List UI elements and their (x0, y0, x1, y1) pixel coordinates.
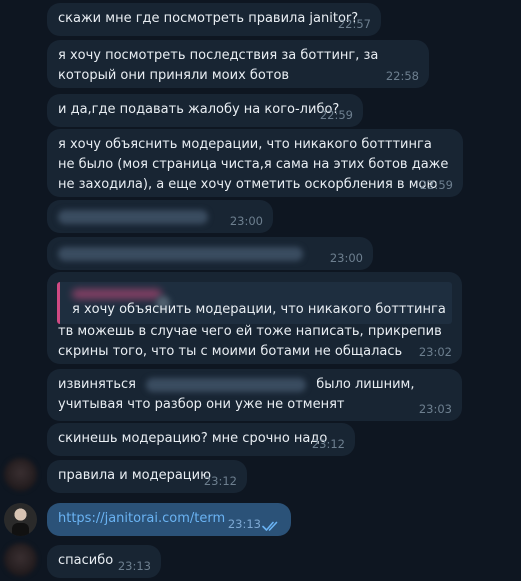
censored-text (146, 377, 307, 392)
censored-text (58, 247, 303, 261)
double-check-icon (262, 521, 278, 531)
message-bubble[interactable]: 23:00 (47, 200, 273, 233)
message-bubble[interactable]: я хочу посмотреть последствия за боттинг… (47, 40, 429, 88)
message-bubble[interactable]: я хочу объяснить модерации, что никакого… (47, 272, 462, 364)
message-time: 23:00 (229, 214, 263, 228)
reply-preview[interactable]: я хочу объяснить модерации, что никакого… (57, 282, 452, 324)
message-link[interactable]: https://janitorai.com/term (58, 511, 225, 526)
message-text: и да,где подавать жалобу на кого-либо? (58, 102, 340, 117)
message-time: 22:57 (337, 17, 371, 31)
message-text: скажи мне где посмотреть правила janitor… (58, 11, 359, 26)
contact-avatar[interactable] (4, 458, 37, 491)
message-text: спасибо (58, 553, 114, 568)
message-bubble[interactable]: скинешь модерацию? мне срочно надо 23:12 (47, 423, 355, 456)
censored-text (58, 210, 208, 224)
message-bubble[interactable]: 23:00 (47, 237, 373, 270)
message-time: 22:58 (385, 69, 419, 83)
message-text: я хочу посмотреть последствия за боттинг… (58, 48, 379, 83)
message-time: 23:13 (117, 559, 151, 573)
message-time: 22:59 (419, 178, 453, 192)
message-time: 23:03 (418, 402, 452, 416)
message-text: правила и модерацию (58, 468, 212, 483)
user-avatar[interactable] (4, 503, 37, 536)
message-bubble[interactable]: и да,где подавать жалобу на кого-либо? 2… (47, 94, 363, 127)
message-time: 23:13 (227, 517, 261, 531)
message-bubble[interactable]: извиняться было лишним, учитывая что раз… (47, 369, 462, 421)
message-bubble-outgoing[interactable]: https://janitorai.com/term 23:13 (47, 503, 291, 536)
message-bubble[interactable]: скажи мне где посмотреть правила janitor… (47, 3, 381, 36)
message-time: 22:59 (319, 108, 353, 122)
message-text-start: извиняться (58, 377, 136, 392)
reply-text: я хочу объяснить модерации, что никакого… (72, 302, 446, 317)
reply-author-censored (72, 289, 162, 299)
message-bubble[interactable]: я хочу объяснить модерации, что никакого… (47, 129, 463, 212)
message-time: 23:12 (311, 437, 345, 451)
contact-avatar[interactable] (4, 543, 37, 576)
message-time: 23:02 (418, 345, 452, 359)
message-bubble[interactable]: спасибо 23:13 (47, 545, 161, 578)
message-text: скинешь модерацию? мне срочно надо (58, 431, 328, 446)
message-bubble[interactable]: правила и модерацию 23:12 (47, 460, 247, 493)
message-text: тв можешь в случае чего ей тоже написать… (58, 324, 442, 359)
message-time: 23:12 (203, 474, 237, 488)
message-time: 23:00 (329, 251, 363, 265)
